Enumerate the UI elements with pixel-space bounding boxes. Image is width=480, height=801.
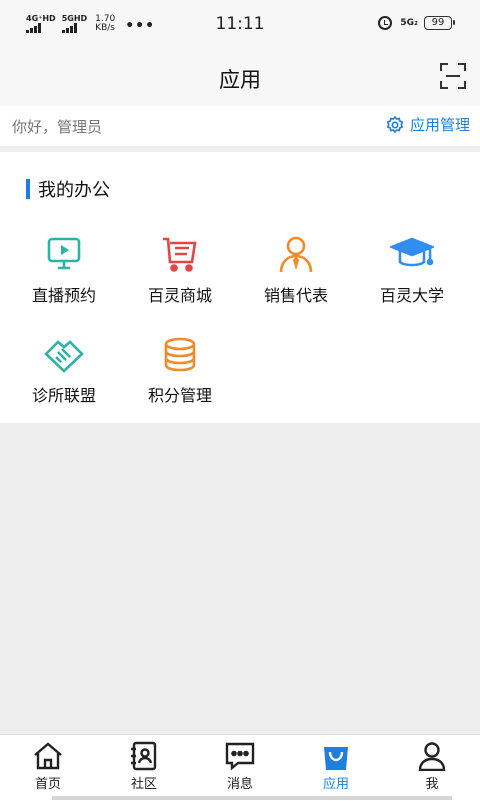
app-bailing-mall[interactable]: 百灵商城 <box>122 234 238 306</box>
tv-play-icon <box>47 237 81 270</box>
tab-messages[interactable]: 消息 <box>192 741 288 792</box>
title-bar: 应用 <box>0 50 480 106</box>
graduation-cap-icon <box>390 237 434 267</box>
sales-rep-icon <box>279 236 313 273</box>
tab-label: 首页 <box>34 777 61 792</box>
scan-icon[interactable] <box>440 63 466 89</box>
page-title: 应用 <box>219 68 261 92</box>
tab-label: 社区 <box>130 777 157 792</box>
status-right: 5G₂ <box>378 16 418 30</box>
tab-apps[interactable]: 应用 <box>288 741 384 792</box>
shopping-cart-icon <box>163 237 197 272</box>
app-management-label: 应用管理 <box>409 116 470 134</box>
greeting-text: 你好，管理员 <box>12 118 103 136</box>
bottom-tab-bar: 首页 社区 消息 应用 我 <box>0 734 480 801</box>
tab-me[interactable]: 我 <box>384 741 480 792</box>
app-label: 直播预约 <box>31 286 96 305</box>
battery-icon: 99 <box>424 16 455 30</box>
section-title-bar <box>26 179 30 199</box>
section-title: 我的办公 <box>26 176 110 202</box>
app-clinic-alliance[interactable]: 诊所联盟 <box>6 336 122 406</box>
handshake-icon <box>44 340 84 373</box>
gear-icon <box>386 115 404 133</box>
app-management-button[interactable]: 应用管理 <box>385 114 470 135</box>
person-icon <box>418 742 446 771</box>
app-label: 百灵大学 <box>379 286 444 305</box>
app-points-management[interactable]: 积分管理 <box>122 336 238 406</box>
tab-label: 应用 <box>322 777 349 792</box>
app-live-booking[interactable]: 直播预约 <box>6 234 122 306</box>
app-label: 百灵商城 <box>147 286 212 305</box>
home-icon <box>34 742 62 770</box>
tab-label: 我 <box>425 777 439 792</box>
alarm-icon <box>378 16 393 30</box>
app-bag-icon <box>324 747 348 770</box>
app-label: 积分管理 <box>147 386 212 405</box>
message-icon <box>225 742 255 771</box>
home-indicator <box>52 796 452 800</box>
app-label: 诊所联盟 <box>31 386 96 405</box>
tab-community[interactable]: 社区 <box>96 741 192 792</box>
status-bar: 4G⁺HD 5GHD 1.70 KB/s ••• 11:11 5G₂ 99 <box>0 0 480 50</box>
tab-label: 消息 <box>226 777 253 792</box>
tab-home[interactable]: 首页 <box>0 741 96 792</box>
section-title-text: 我的办公 <box>38 180 110 201</box>
contacts-book-icon <box>131 741 157 771</box>
greeting-bar: 你好，管理员 应用管理 <box>0 106 480 146</box>
my-office-card: 我的办公 直播预约 百灵商城 销售代表 百灵大学 诊所联盟 积分管理 <box>0 152 480 423</box>
app-label: 销售代表 <box>263 286 328 305</box>
sg-indicator: 5G₂ <box>400 17 418 28</box>
app-sales-rep[interactable]: 销售代表 <box>238 234 354 306</box>
app-bailing-university[interactable]: 百灵大学 <box>354 234 470 306</box>
coins-icon <box>164 337 196 372</box>
